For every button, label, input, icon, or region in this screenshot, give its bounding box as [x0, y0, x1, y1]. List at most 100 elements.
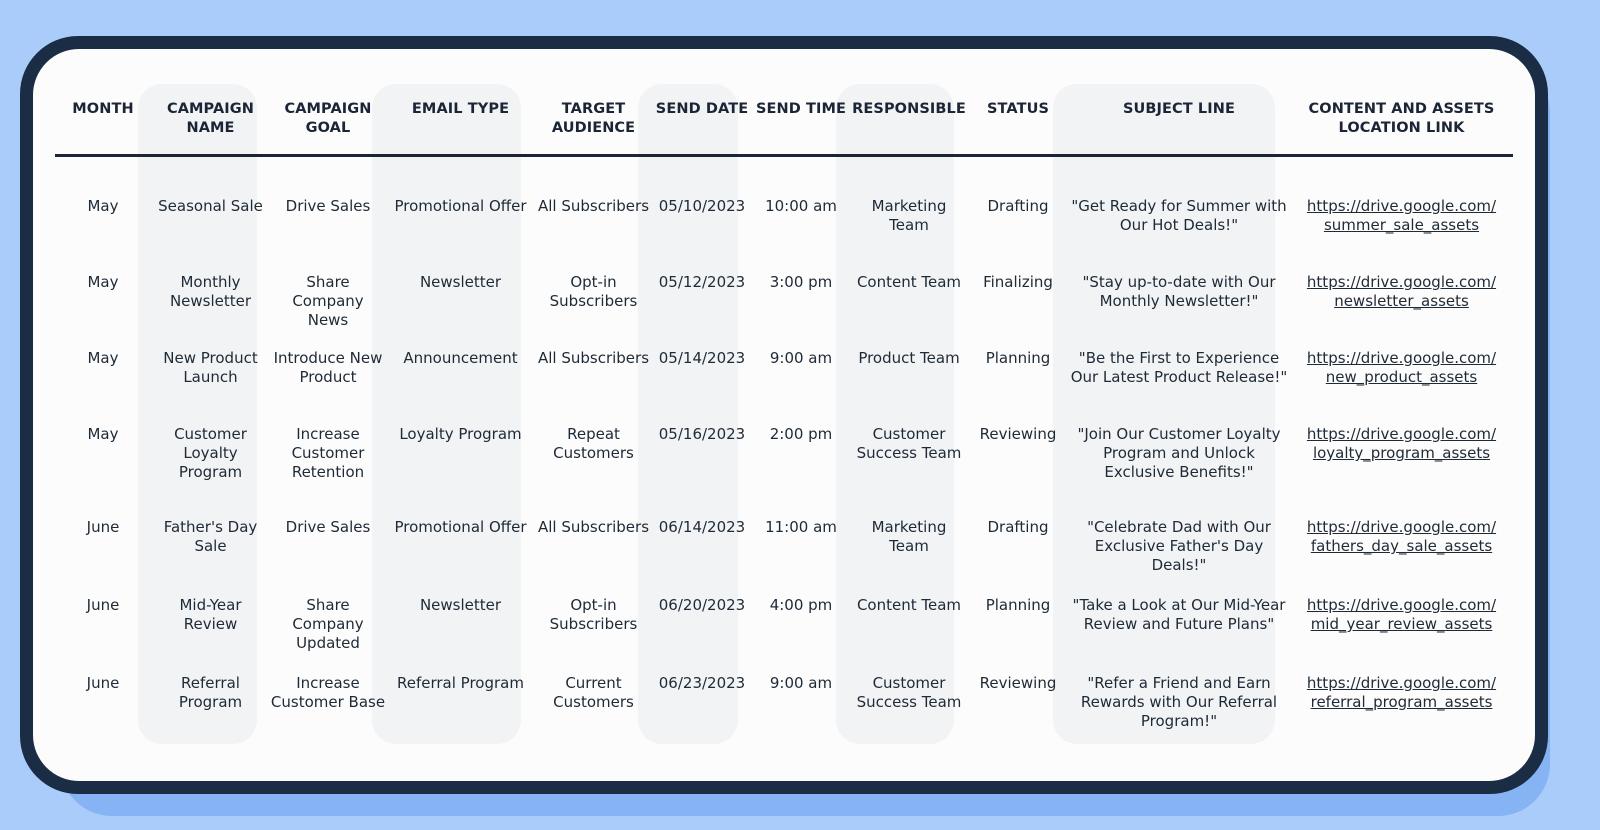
asset-link[interactable]: https://drive.google.com/newsletter_asse…: [1307, 273, 1496, 310]
cell-campaign-goal: Drive Sales: [285, 518, 371, 536]
cell-send-date: 05/16/2023: [658, 425, 746, 443]
cell-target-audience: Opt-in Subscribers: [549, 273, 638, 310]
table-row[interactable]: June Referral Program Increase Customer …: [55, 674, 1513, 734]
cell-email-type: Loyalty Program: [399, 425, 522, 443]
cell-email-type: Newsletter: [419, 596, 502, 614]
cell-email-type: Announcement: [403, 349, 518, 367]
cell-responsible: Product Team: [858, 349, 960, 367]
header-target-audience[interactable]: TARGET AUDIENCE: [535, 49, 652, 138]
cell-status: Reviewing: [979, 674, 1057, 692]
cell-send-time: 11:00 am: [765, 518, 837, 536]
cell-content-link: https://drive.google.com/fathers_day_sal…: [1290, 518, 1513, 596]
header-month[interactable]: MONTH: [55, 49, 151, 119]
cell-responsible: Customer Success Team: [856, 674, 962, 711]
cell-campaign-name: Seasonal Sale: [158, 197, 263, 215]
cell-send-date: 05/14/2023: [658, 349, 746, 367]
header-send-time[interactable]: SEND TIME: [752, 49, 850, 119]
cell-target-audience: All Subscribers: [537, 349, 650, 367]
cell-subject-line: "Take a Look at Our Mid-Year Review and …: [1072, 596, 1286, 633]
cell-subject-line: "Be the First to Experience Our Latest P…: [1070, 349, 1288, 386]
asset-link[interactable]: https://drive.google.com/loyalty_program…: [1307, 425, 1496, 462]
cell-subject-line: "Join Our Customer Loyalty Program and U…: [1077, 425, 1281, 481]
header-campaign-name[interactable]: CAMPAIGN NAME: [151, 49, 270, 138]
table-body: May Seasonal Sale Drive Sales Promotiona…: [55, 155, 1513, 734]
cell-content-link: https://drive.google.com/mid_year_review…: [1290, 596, 1513, 674]
cell-subject-line: "Refer a Friend and Earn Rewards with Ou…: [1080, 674, 1278, 730]
cell-content-link: https://drive.google.com/referral_progra…: [1290, 674, 1513, 734]
cell-send-date: 05/12/2023: [658, 273, 746, 291]
cell-campaign-goal: Increase Customer Base: [270, 674, 386, 711]
cell-send-time: 9:00 am: [769, 349, 833, 367]
cell-campaign-name: Customer Loyalty Program: [174, 425, 247, 481]
cell-send-time: 10:00 am: [765, 197, 837, 215]
cell-subject-line: "Get Ready for Summer with Our Hot Deals…: [1071, 197, 1287, 234]
cell-status: Planning: [985, 596, 1051, 614]
cell-subject-line: "Stay up-to-date with Our Monthly Newsle…: [1082, 273, 1276, 310]
cell-send-date: 06/20/2023: [658, 596, 746, 614]
cell-send-time: 3:00 pm: [769, 273, 833, 291]
cell-campaign-goal: Share Company News: [292, 273, 364, 329]
cell-target-audience: All Subscribers: [537, 518, 650, 536]
table-row[interactable]: May Monthly Newsletter Share Company New…: [55, 273, 1513, 349]
cell-responsible: Marketing Team: [871, 197, 947, 234]
cell-content-link: https://drive.google.com/newsletter_asse…: [1290, 273, 1513, 349]
cell-responsible: Content Team: [856, 273, 962, 291]
cell-target-audience: Opt-in Subscribers: [549, 596, 638, 633]
asset-link[interactable]: https://drive.google.com/new_product_ass…: [1307, 349, 1496, 386]
cell-send-date: 05/10/2023: [658, 197, 746, 215]
campaign-table: MONTH CAMPAIGN NAME CAMPAIGN GOAL EMAIL …: [55, 49, 1513, 155]
table-row[interactable]: May Customer Loyalty Program Increase Cu…: [55, 425, 1513, 518]
header-send-date[interactable]: SEND DATE: [652, 49, 752, 119]
cell-campaign-goal: Drive Sales: [285, 197, 371, 215]
cell-campaign-name: Mid-Year Review: [179, 596, 242, 633]
email-campaign-calendar-card: MONTH CAMPAIGN NAME CAMPAIGN GOAL EMAIL …: [33, 49, 1535, 781]
asset-link[interactable]: https://drive.google.com/summer_sale_ass…: [1307, 197, 1496, 234]
cell-email-type: Referral Program: [397, 674, 524, 692]
cell-status: Reviewing: [979, 425, 1057, 443]
cell-responsible: Content Team: [856, 596, 962, 614]
cell-send-time: 2:00 pm: [769, 425, 833, 443]
cell-month: May: [87, 425, 119, 443]
asset-link[interactable]: https://drive.google.com/fathers_day_sal…: [1307, 518, 1496, 555]
header-status[interactable]: STATUS: [968, 49, 1068, 119]
cell-send-time: 9:00 am: [769, 674, 833, 692]
asset-link[interactable]: https://drive.google.com/referral_progra…: [1307, 674, 1496, 711]
cell-content-link: https://drive.google.com/loyalty_program…: [1290, 425, 1513, 518]
cell-status: Planning: [985, 349, 1051, 367]
cell-content-link: https://drive.google.com/summer_sale_ass…: [1290, 197, 1513, 273]
table-row[interactable]: June Father's Day Sale Drive Sales Promo…: [55, 518, 1513, 596]
cell-target-audience: Repeat Customers: [553, 425, 634, 462]
cell-responsible: Marketing Team: [871, 518, 947, 555]
cell-target-audience: All Subscribers: [537, 197, 650, 215]
cell-subject-line: "Celebrate Dad with Our Exclusive Father…: [1087, 518, 1271, 574]
header-campaign-goal[interactable]: CAMPAIGN GOAL: [270, 49, 386, 138]
header-content-link[interactable]: CONTENT AND ASSETS LOCATION LINK: [1290, 49, 1513, 138]
asset-link[interactable]: https://drive.google.com/mid_year_review…: [1307, 596, 1496, 633]
header-responsible[interactable]: RESPONSIBLE: [850, 49, 968, 119]
table-row[interactable]: June Mid-Year Review Share Company Updat…: [55, 596, 1513, 674]
cell-status: Drafting: [987, 197, 1049, 215]
cell-campaign-name: Monthly Newsletter: [169, 273, 252, 310]
cell-send-date: 06/14/2023: [658, 518, 746, 536]
cell-target-audience: Current Customers: [553, 674, 634, 711]
cell-campaign-goal: Increase Customer Retention: [291, 425, 365, 481]
header-subject-line[interactable]: SUBJECT LINE: [1068, 49, 1290, 119]
cell-campaign-name: New Product Launch: [163, 349, 258, 386]
cell-month: May: [87, 273, 119, 291]
cell-month: June: [86, 596, 120, 614]
header-email-type[interactable]: EMAIL TYPE: [386, 49, 535, 119]
cell-email-type: Promotional Offer: [394, 518, 527, 536]
cell-month: June: [86, 674, 120, 692]
table-row[interactable]: May New Product Launch Introduce New Pro…: [55, 349, 1513, 425]
cell-month: June: [86, 518, 120, 536]
cell-campaign-goal: Introduce New Product: [273, 349, 383, 386]
cell-responsible: Customer Success Team: [856, 425, 962, 462]
cell-campaign-name: Father's Day Sale: [163, 518, 258, 555]
cell-campaign-name: Referral Program: [178, 674, 243, 711]
cell-send-time: 4:00 pm: [769, 596, 833, 614]
cell-month: May: [87, 197, 119, 215]
cell-campaign-goal: Share Company Updated: [292, 596, 364, 652]
cell-email-type: Promotional Offer: [394, 197, 527, 215]
table-row[interactable]: May Seasonal Sale Drive Sales Promotiona…: [55, 197, 1513, 273]
cell-month: May: [87, 349, 119, 367]
